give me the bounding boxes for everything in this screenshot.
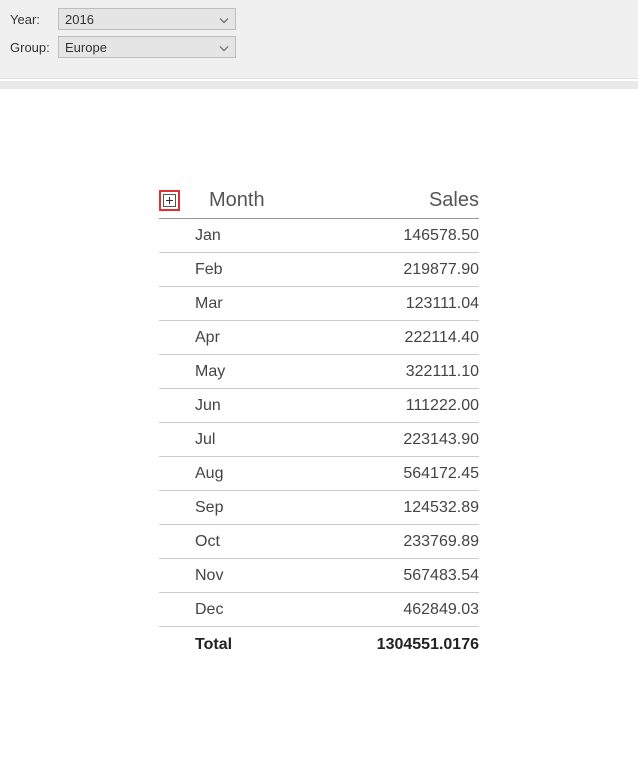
plus-icon xyxy=(165,196,174,205)
chevron-down-icon xyxy=(219,12,229,27)
cell-month: Jul xyxy=(195,431,349,449)
cell-sales: 462849.03 xyxy=(349,601,479,619)
table-row[interactable]: Sep124532.89 xyxy=(159,491,479,525)
cell-sales: 219877.90 xyxy=(349,261,479,279)
cell-month: Mar xyxy=(195,295,349,313)
table-row[interactable]: Jan146578.50 xyxy=(159,219,479,253)
table-row[interactable]: Mar123111.04 xyxy=(159,287,479,321)
cell-month: Jan xyxy=(195,227,349,245)
expand-all-button[interactable] xyxy=(163,194,176,207)
table-row[interactable]: Nov567483.54 xyxy=(159,559,479,593)
group-select[interactable]: Europe xyxy=(58,36,236,58)
sales-table: Month Sales Jan146578.50Feb219877.90Mar1… xyxy=(159,189,479,663)
cell-month: Nov xyxy=(195,567,349,585)
table-row[interactable]: Jun111222.00 xyxy=(159,389,479,423)
cell-month: May xyxy=(195,363,349,381)
cell-sales: 111222.00 xyxy=(349,397,479,415)
total-value: 1304551.0176 xyxy=(329,636,479,654)
report-area: Month Sales Jan146578.50Feb219877.90Mar1… xyxy=(0,89,638,663)
filter-row-year: Year: 2016 xyxy=(10,8,628,30)
cell-sales: 123111.04 xyxy=(349,295,479,313)
cell-sales: 233769.89 xyxy=(349,533,479,551)
cell-month: Sep xyxy=(195,499,349,517)
column-header-month[interactable]: Month xyxy=(195,189,349,212)
year-label: Year: xyxy=(10,12,58,27)
expand-highlight xyxy=(159,190,180,211)
year-select[interactable]: 2016 xyxy=(58,8,236,30)
cell-sales: 124532.89 xyxy=(349,499,479,517)
cell-sales: 564172.45 xyxy=(349,465,479,483)
column-header-sales[interactable]: Sales xyxy=(349,189,479,212)
year-select-value: 2016 xyxy=(65,12,94,27)
cell-sales: 567483.54 xyxy=(349,567,479,585)
cell-month: Aug xyxy=(195,465,349,483)
table-row[interactable]: Oct233769.89 xyxy=(159,525,479,559)
cell-sales: 146578.50 xyxy=(349,227,479,245)
filter-row-group: Group: Europe xyxy=(10,36,628,58)
cell-sales: 222114.40 xyxy=(349,329,479,347)
total-row: Total 1304551.0176 xyxy=(159,627,479,663)
filter-panel: Year: 2016 Group: Europe xyxy=(0,0,638,79)
cell-sales: 322111.10 xyxy=(349,363,479,381)
cell-month: Feb xyxy=(195,261,349,279)
group-select-value: Europe xyxy=(65,40,107,55)
total-label: Total xyxy=(195,636,329,654)
expand-cell xyxy=(159,190,195,211)
cell-month: Jun xyxy=(195,397,349,415)
cell-sales: 223143.90 xyxy=(349,431,479,449)
table-row[interactable]: Dec462849.03 xyxy=(159,593,479,627)
table-row[interactable]: Aug564172.45 xyxy=(159,457,479,491)
chevron-down-icon xyxy=(219,40,229,55)
table-row[interactable]: Jul223143.90 xyxy=(159,423,479,457)
cell-month: Apr xyxy=(195,329,349,347)
table-row[interactable]: May322111.10 xyxy=(159,355,479,389)
group-label: Group: xyxy=(10,40,58,55)
divider xyxy=(0,81,638,89)
table-row[interactable]: Apr222114.40 xyxy=(159,321,479,355)
cell-month: Dec xyxy=(195,601,349,619)
table-header-row: Month Sales xyxy=(159,189,479,219)
table-row[interactable]: Feb219877.90 xyxy=(159,253,479,287)
cell-month: Oct xyxy=(195,533,349,551)
